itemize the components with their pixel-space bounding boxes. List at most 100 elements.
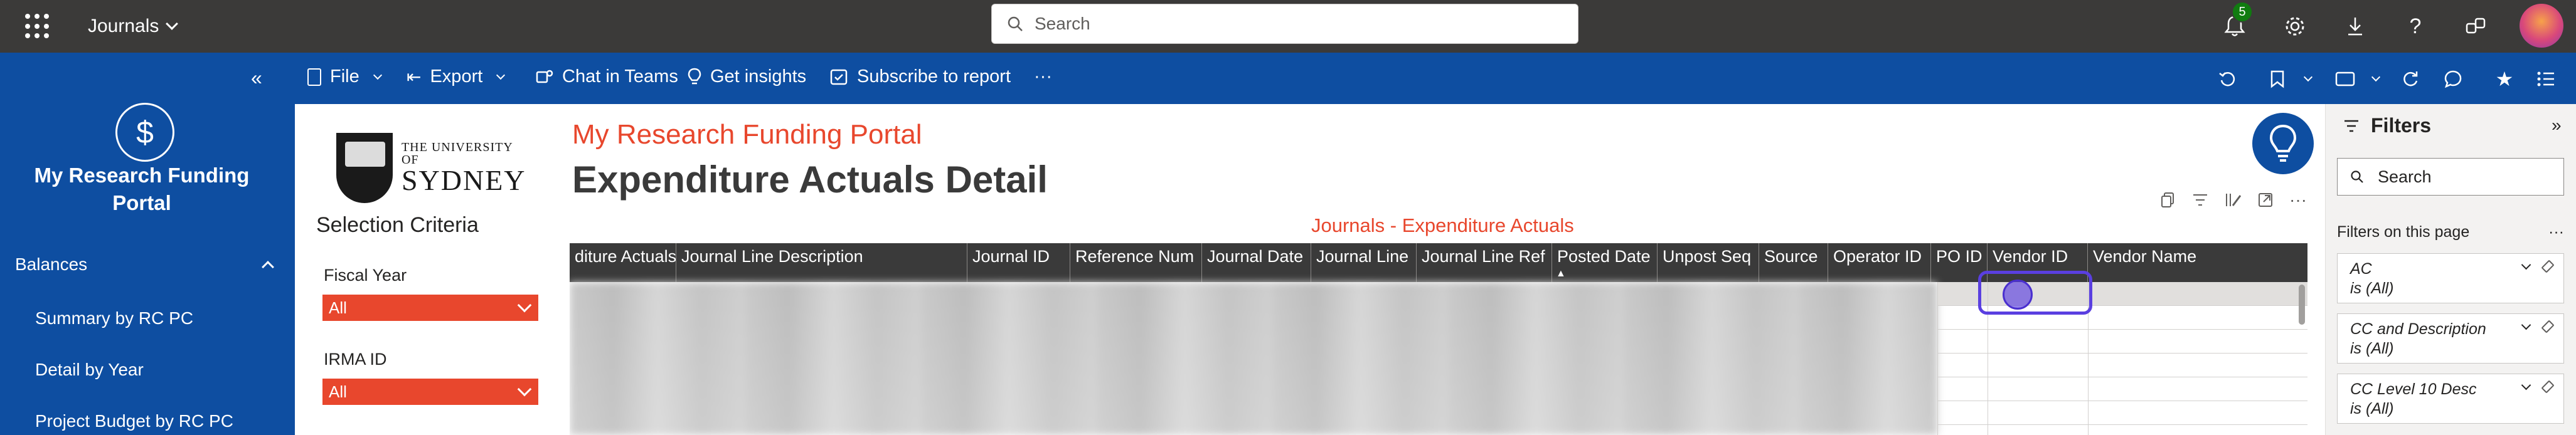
nav-item-summary-by-rc-pc[interactable]: Summary by RC PC <box>35 308 193 328</box>
irma-id-dropdown[interactable]: All <box>322 379 538 405</box>
export-label: Export <box>430 66 483 86</box>
help-icon[interactable]: ? <box>2398 9 2433 44</box>
logo-small-text: THE UNIVERSITY OF <box>401 140 513 167</box>
filter-visual-icon[interactable] <box>2190 189 2211 211</box>
favorite-star-icon[interactable]: ★ <box>2491 65 2518 93</box>
avatar[interactable] <box>2520 4 2563 48</box>
lightbulb-icon[interactable] <box>2252 113 2314 174</box>
column-header[interactable]: Journal Line Description <box>676 243 967 282</box>
table-row[interactable] <box>1937 377 2307 401</box>
chevron-down-icon <box>517 298 532 313</box>
search-placeholder: Search <box>1035 14 1090 33</box>
filter-card-cc-level-10-desc[interactable]: CC Level 10 Desc is (All) <box>2337 374 2564 424</box>
filters-pane: Filters » Search Filters on this page ··… <box>2325 104 2576 435</box>
focus-mode-icon[interactable] <box>2255 189 2276 211</box>
chevron-down-icon[interactable] <box>2359 65 2387 93</box>
selection-criteria-heading: Selection Criteria <box>316 213 479 237</box>
bookmark-icon[interactable] <box>2264 65 2291 93</box>
subscribe-button[interactable]: Subscribe to report <box>829 66 1011 87</box>
lightbulb-icon <box>688 68 701 84</box>
report-canvas: THE UNIVERSITY OF SYDNEY Selection Crite… <box>295 104 2325 435</box>
top-app-bar: Journals Search 5 ? <box>0 0 2576 53</box>
column-header[interactable]: Reference Num <box>1070 243 1202 282</box>
university-logo: THE UNIVERSITY OF SYDNEY <box>336 129 531 207</box>
notification-count-badge: 5 <box>2232 1 2253 23</box>
fiscal-year-dropdown[interactable]: All <box>322 295 538 321</box>
chevron-down-icon <box>496 70 506 80</box>
chevron-down-icon <box>517 382 532 397</box>
export-menu-button[interactable]: ⇤ Export <box>407 66 506 87</box>
visual-more-options-button[interactable]: ··· <box>2287 189 2309 211</box>
table-visual-title: Journals - Expenditure Actuals <box>1311 214 1574 236</box>
search-icon <box>1008 16 1023 31</box>
column-header[interactable]: diture Actuals <box>570 243 676 282</box>
format-visual-icon[interactable] <box>2222 189 2243 211</box>
page-title: Expenditure Actuals Detail <box>572 159 1048 201</box>
column-header[interactable]: Source <box>1759 243 1828 282</box>
chevron-down-icon[interactable] <box>2291 65 2319 93</box>
settings-icon[interactable] <box>2277 9 2313 44</box>
filter-card-cc-and-description[interactable]: CC and Description is (All) <box>2337 313 2564 364</box>
filters-on-page-heading: Filters on this page ··· <box>2337 223 2564 241</box>
refresh-icon[interactable] <box>2397 65 2424 93</box>
column-header[interactable]: Journal Line <box>1311 243 1417 282</box>
filter-card-value: is (All) <box>2350 400 2394 417</box>
file-label: File <box>330 66 359 86</box>
list-view-icon[interactable] <box>2532 65 2560 93</box>
view-icon[interactable] <box>2331 65 2359 93</box>
table-row[interactable] <box>1937 354 2307 377</box>
column-header[interactable]: Vendor Name <box>2088 243 2307 282</box>
chevron-down-icon <box>166 18 179 30</box>
column-header[interactable]: Operator ID <box>1828 243 1931 282</box>
file-icon <box>307 68 321 86</box>
table-scrollbar[interactable] <box>2299 285 2305 325</box>
get-insights-button[interactable]: Get insights <box>688 66 806 87</box>
column-header[interactable]: Journal ID <box>967 243 1070 282</box>
filters-search-input[interactable]: Search <box>2337 158 2564 196</box>
column-header[interactable]: Unpost Seq <box>1658 243 1759 282</box>
table-row[interactable] <box>1937 330 2307 354</box>
workspace-switcher[interactable]: Journals <box>88 14 179 39</box>
logo-big-text: SYDNEY <box>401 164 526 196</box>
dollar-icon: $ <box>115 103 174 162</box>
global-search-input[interactable]: Search <box>991 4 1578 44</box>
subscribe-icon <box>830 69 848 85</box>
irma-id-value: All <box>329 382 347 401</box>
column-header[interactable]: Journal Date <box>1202 243 1311 282</box>
nav-item-detail-by-year[interactable]: Detail by Year <box>35 360 144 380</box>
download-icon[interactable] <box>2338 9 2373 44</box>
fiscal-year-label: Fiscal Year <box>324 266 407 285</box>
column-header[interactable]: Journal Line Ref <box>1417 243 1552 282</box>
filters-title: Filters <box>2371 114 2432 137</box>
portal-title: My Research Funding Portal <box>572 119 922 150</box>
teams-icon <box>536 70 553 83</box>
filter-card-ac[interactable]: AC is (All) <box>2337 253 2564 303</box>
file-menu-button[interactable]: File <box>307 66 382 87</box>
export-icon: ⇤ <box>407 67 422 86</box>
column-divider <box>1937 282 1938 435</box>
nav-item-project-budget[interactable]: Project Budget by RC PC <box>35 411 233 431</box>
filters-on-page-more-button[interactable]: ··· <box>2548 223 2564 241</box>
app-title: My Research Funding Portal <box>34 164 250 214</box>
collapse-filters-button[interactable]: » <box>2552 115 2562 135</box>
collapse-nav-button[interactable]: « <box>251 66 262 90</box>
insights-label: Get insights <box>710 66 807 86</box>
more-options-button[interactable]: ··· <box>1034 66 1052 87</box>
table-row[interactable] <box>1937 401 2307 425</box>
reset-icon[interactable] <box>2213 65 2241 93</box>
nav-section-balances[interactable]: Balances <box>15 254 279 275</box>
filter-card-value: is (All) <box>2350 280 2394 297</box>
comment-icon[interactable] <box>2439 65 2467 93</box>
app-launcher-icon[interactable] <box>25 14 50 39</box>
redacted-cells <box>570 282 1937 435</box>
crest-icon <box>336 133 393 203</box>
share-icon[interactable] <box>2458 9 2493 44</box>
chat-in-teams-button[interactable]: Chat in Teams <box>536 66 678 87</box>
report-toolbar: File ⇤ Export Chat in Teams Get insights… <box>295 53 2576 104</box>
cursor-pointer <box>2003 280 2033 310</box>
search-icon <box>2351 170 2363 183</box>
filters-search-placeholder: Search <box>2378 167 2432 186</box>
cursor-highlight <box>1978 271 2092 315</box>
column-header[interactable]: Posted Date <box>1552 243 1658 282</box>
copy-visual-icon[interactable] <box>2157 189 2178 211</box>
